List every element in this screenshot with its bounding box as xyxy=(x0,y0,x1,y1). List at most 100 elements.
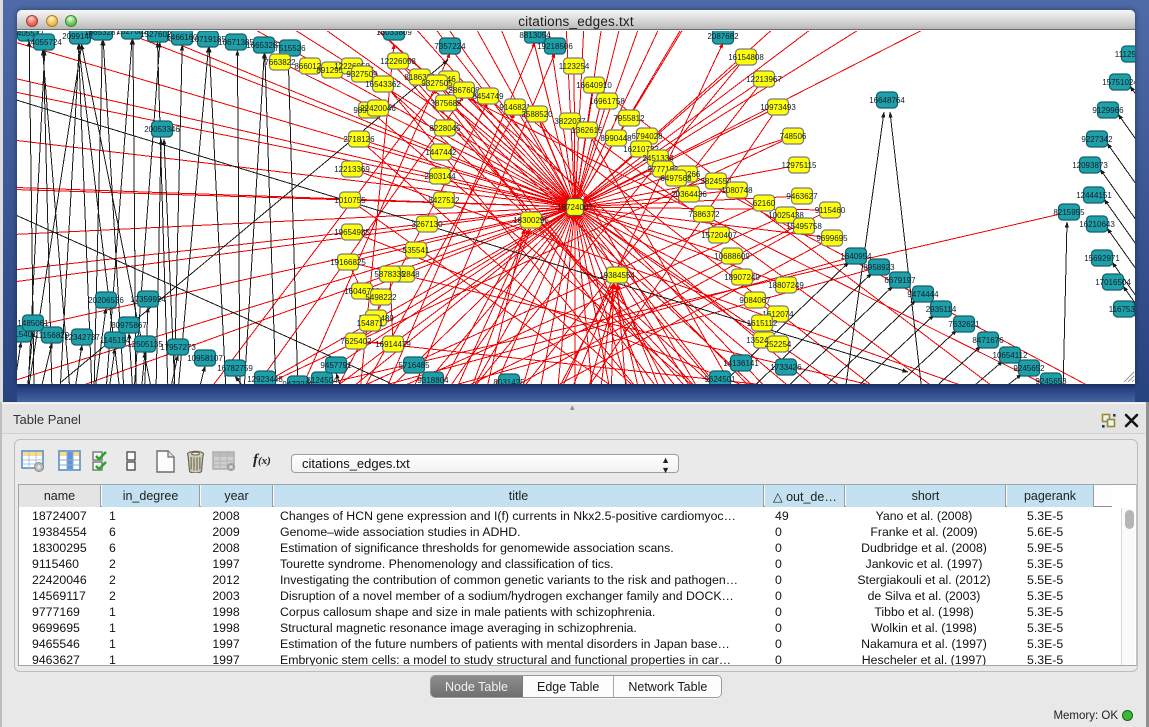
svg-text:20053346: 20053346 xyxy=(144,125,180,134)
svg-text:18807249: 18807249 xyxy=(768,281,804,290)
svg-text:9699695: 9699695 xyxy=(816,234,848,243)
svg-text:2803144: 2803144 xyxy=(424,172,456,181)
svg-text:8427512: 8427512 xyxy=(428,196,460,205)
svg-text:9245653: 9245653 xyxy=(1035,377,1067,384)
svg-text:7386372: 7386372 xyxy=(688,210,720,219)
svg-text:12975115: 12975115 xyxy=(782,161,818,170)
svg-text:12444151: 12444151 xyxy=(1076,191,1112,200)
svg-text:154871: 154871 xyxy=(357,319,384,328)
svg-text:3875685: 3875685 xyxy=(430,99,462,108)
svg-text:1167531: 1167531 xyxy=(1109,305,1135,314)
svg-text:8454749: 8454749 xyxy=(472,92,504,101)
svg-text:15751024: 15751024 xyxy=(1102,78,1135,87)
svg-text:3267130: 3267130 xyxy=(411,220,443,229)
svg-text:10973493: 10973493 xyxy=(760,103,796,112)
svg-text:8990448: 8990448 xyxy=(600,134,632,143)
svg-text:12093873: 12093873 xyxy=(1072,161,1108,170)
svg-text:16961758: 16961758 xyxy=(589,97,625,106)
svg-text:748506: 748506 xyxy=(780,132,807,141)
svg-text:15692971: 15692971 xyxy=(1084,254,1120,263)
svg-text:12213967: 12213967 xyxy=(746,75,782,84)
svg-text:12342737: 12342737 xyxy=(64,333,100,342)
svg-text:7632621: 7632621 xyxy=(948,320,980,329)
svg-text:9457791: 9457791 xyxy=(320,361,352,370)
svg-text:1080748: 1080748 xyxy=(721,186,753,195)
svg-text:11125684: 11125684 xyxy=(1115,50,1135,59)
svg-text:6497568: 6497568 xyxy=(660,174,692,183)
svg-text:8215955: 8215955 xyxy=(1053,208,1085,217)
svg-text:2588520: 2588520 xyxy=(521,110,553,119)
svg-text:1362615: 1362615 xyxy=(571,126,603,135)
svg-text:19384554: 19384554 xyxy=(599,271,635,280)
svg-text:9084067: 9084067 xyxy=(739,296,771,305)
svg-text:5716485: 5716485 xyxy=(398,361,430,370)
svg-text:15720407: 15720407 xyxy=(701,231,737,240)
svg-text:2718126: 2718126 xyxy=(343,135,375,144)
svg-text:2935114: 2935114 xyxy=(926,305,957,314)
svg-text:16543362: 16543362 xyxy=(365,80,401,89)
svg-text:6794028: 6794028 xyxy=(631,132,663,141)
svg-text:9624501: 9624501 xyxy=(704,375,736,384)
svg-text:19654985: 19654985 xyxy=(334,228,370,237)
svg-text:535541: 535541 xyxy=(403,246,430,255)
svg-text:10654112: 10654112 xyxy=(993,351,1029,360)
svg-text:5878335: 5878335 xyxy=(374,270,406,279)
svg-text:10688609: 10688609 xyxy=(714,252,750,261)
svg-text:16648764: 16648764 xyxy=(869,96,905,105)
svg-text:7357224: 7357224 xyxy=(434,42,466,51)
svg-text:8124504: 8124504 xyxy=(306,376,338,384)
svg-text:9463627: 9463627 xyxy=(786,192,818,201)
svg-text:16154808: 16154808 xyxy=(728,53,764,62)
svg-text:16640910: 16640910 xyxy=(576,81,612,90)
svg-text:6679197: 6679197 xyxy=(884,276,916,285)
svg-text:7663822: 7663822 xyxy=(264,58,296,67)
svg-text:5498222: 5498222 xyxy=(365,293,397,302)
svg-text:12226058: 12226058 xyxy=(380,57,416,66)
svg-text:17359924: 17359924 xyxy=(130,295,166,304)
svg-text:252254: 252254 xyxy=(765,340,792,349)
svg-text:9227342: 9227342 xyxy=(1081,135,1113,144)
svg-text:9129966: 9129966 xyxy=(1092,106,1124,115)
svg-text:16653287: 16653287 xyxy=(84,31,120,37)
svg-text:7955812: 7955812 xyxy=(613,114,645,123)
svg-text:20206536: 20206536 xyxy=(88,296,124,305)
svg-text:18907249: 18907249 xyxy=(724,273,760,282)
svg-text:19218506: 19218506 xyxy=(537,42,573,51)
svg-text:8471676: 8471676 xyxy=(972,336,1004,345)
svg-text:20364436: 20364436 xyxy=(671,190,707,199)
svg-text:9245652: 9245652 xyxy=(1013,364,1045,373)
svg-text:18724007: 18724007 xyxy=(557,203,593,212)
svg-text:22420046: 22420046 xyxy=(360,104,396,113)
svg-text:16033809: 16033809 xyxy=(376,31,412,37)
svg-text:9318804: 9318804 xyxy=(417,376,449,384)
svg-text:1485061: 1485061 xyxy=(17,319,49,328)
svg-text:19166825: 19166825 xyxy=(330,258,366,267)
svg-text:16782759: 16782759 xyxy=(217,364,253,373)
svg-text:12923448: 12923448 xyxy=(247,375,283,384)
svg-text:2087682: 2087682 xyxy=(707,32,739,41)
svg-text:30975867: 30975867 xyxy=(111,321,147,330)
svg-text:7625402: 7625402 xyxy=(340,337,372,346)
svg-text:1123254: 1123254 xyxy=(559,62,590,71)
svg-text:12505135: 12505135 xyxy=(127,340,163,349)
svg-text:14136141: 14136141 xyxy=(723,359,759,368)
svg-text:17016504: 17016504 xyxy=(1095,278,1131,287)
svg-text:1010755: 1010755 xyxy=(334,196,366,205)
svg-text:10958107: 10958107 xyxy=(187,354,223,363)
svg-text:9474444: 9474444 xyxy=(907,290,939,299)
svg-text:18300295: 18300295 xyxy=(513,216,549,225)
svg-text:1640954: 1640954 xyxy=(840,252,872,261)
svg-text:17957273: 17957273 xyxy=(160,343,196,352)
svg-text:14055724: 14055724 xyxy=(26,38,62,47)
svg-text:8228045: 8228045 xyxy=(429,124,461,133)
svg-text:16210643: 16210643 xyxy=(1079,220,1115,229)
svg-text:1145194: 1145194 xyxy=(100,336,131,345)
svg-text:7515526: 7515526 xyxy=(274,44,306,53)
svg-text:1733426: 1733426 xyxy=(770,363,802,372)
svg-text:1447442: 1447442 xyxy=(425,148,457,157)
svg-text:1615112: 1615112 xyxy=(747,319,778,328)
svg-text:9115460: 9115460 xyxy=(815,206,846,215)
svg-text:8958923: 8958923 xyxy=(863,263,895,272)
svg-text:16914479: 16914479 xyxy=(375,340,411,349)
svg-text:15495758: 15495758 xyxy=(786,222,822,231)
